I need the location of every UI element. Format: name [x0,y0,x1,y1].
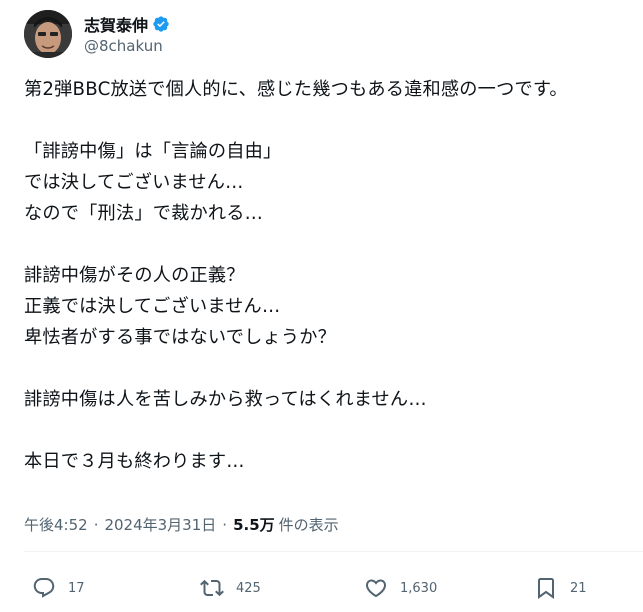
profile-photo-icon [24,10,72,58]
tweet-time[interactable]: 午後4:52 [24,514,88,535]
avatar[interactable] [24,10,72,58]
handle[interactable]: @8chakun [84,37,170,55]
action-bar: 17 425 1,630 21 [24,570,614,606]
display-name[interactable]: 志賀泰伸 [84,12,148,36]
meta-separator: · [222,515,228,534]
heart-icon [365,579,387,598]
name-row: 志賀泰伸 [84,13,170,35]
retweet-button[interactable]: 425 [200,570,261,606]
tweet-header: 志賀泰伸 @8chakun [24,8,170,60]
views-label: 件の表示 [278,516,339,534]
bookmark-icon [538,578,554,599]
views-count[interactable]: 5.5万 [233,514,275,535]
bookmark-button[interactable]: 21 [534,570,587,606]
tweet-date[interactable]: 2024年3月31日 [104,514,216,535]
reply-count: 17 [68,580,85,596]
divider [24,551,643,552]
meta-separator: · [93,515,99,534]
reply-icon [33,578,55,598]
bookmark-count: 21 [570,580,587,596]
like-count: 1,630 [400,580,438,596]
verified-badge-icon [152,15,170,33]
tweet-meta: 午後4:52 · 2024年3月31日 · 5.5万 件の表示 [24,514,339,535]
retweet-icon [200,579,224,597]
author-names: 志賀泰伸 @8chakun [84,13,170,55]
like-button[interactable]: 1,630 [364,570,437,606]
reply-button[interactable]: 17 [32,570,85,606]
retweet-count: 425 [236,580,261,596]
tweet-text: 第2弾BBC放送で個人的に、感じた幾つもある違和感の一つです。 「誹謗中傷」は「… [24,79,568,472]
